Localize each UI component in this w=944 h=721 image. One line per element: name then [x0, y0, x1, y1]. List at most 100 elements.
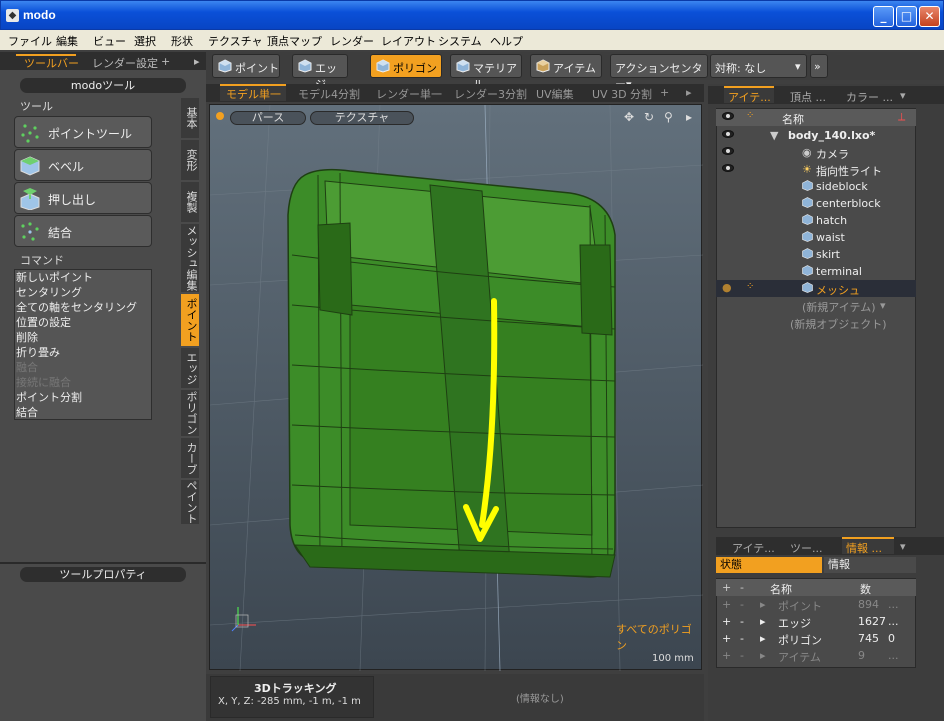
tab-tools[interactable]: ツー... [790, 540, 823, 556]
info-tab-menu[interactable]: ▾ [900, 540, 906, 553]
modo-tools-header[interactable]: modoツール [20, 78, 186, 93]
point-tool-button[interactable]: ポイントツール [14, 116, 152, 148]
state-tab[interactable]: 状態 [716, 557, 822, 573]
name-column-header[interactable]: 名称 [782, 111, 804, 127]
side-tab-point[interactable]: ポイント [181, 294, 199, 346]
tab-vertex[interactable]: 頂点 ... [790, 89, 826, 105]
menu-file[interactable]: ファイル [8, 33, 52, 49]
side-tab-polygon[interactable]: ポリゴン [181, 390, 199, 436]
minimize-button[interactable]: _ [873, 6, 894, 27]
add-tab-button[interactable]: + [161, 55, 170, 68]
tab-uv-edit[interactable]: UV編集 [536, 86, 574, 102]
side-tab-curve[interactable]: カーブ [181, 438, 199, 478]
hidden-dot-icon[interactable]: ● [722, 281, 732, 294]
tab-arrow-icon[interactable]: ▸ [194, 55, 200, 68]
tab-render-single[interactable]: レンダー単一 [376, 86, 442, 102]
edge-mode-button[interactable]: エッジ [292, 54, 348, 91]
menu-system[interactable]: システム [438, 33, 482, 49]
tree-item-sideblock[interactable]: sideblock [716, 178, 916, 195]
menu-edit[interactable]: 編集 [56, 33, 78, 49]
menu-texture[interactable]: テクスチャ [208, 33, 263, 49]
command-join[interactable]: 結合 [14, 405, 152, 420]
point-mode-button[interactable]: ポイント [212, 54, 280, 78]
render-icon[interactable]: ⟂ [898, 110, 905, 124]
info-row-points[interactable]: + - ▸ ポイント 894 ... [716, 596, 916, 613]
command-collapse[interactable]: 折り畳み [14, 345, 152, 360]
info-row-edges[interactable]: + - ▸ エッジ 1627 ... [716, 613, 916, 630]
side-tab-mesh-edit[interactable]: メッシュ編集 [181, 224, 199, 292]
info-subtab[interactable]: 情報 [824, 557, 916, 573]
tab-items[interactable]: アイテ... [728, 89, 771, 105]
command-new-point[interactable]: 新しいポイント [14, 270, 152, 285]
side-tab-basic[interactable]: 基本 [181, 98, 199, 138]
tab-toolbar[interactable]: ツールバー [24, 55, 79, 71]
viewport-options-icon[interactable]: ▸ [686, 110, 692, 124]
tab-color[interactable]: カラー ... [846, 89, 893, 105]
tab-render-settings[interactable]: レンダー設定 [92, 55, 158, 71]
tree-item-waist[interactable]: waist [716, 229, 916, 246]
maximize-button[interactable]: □ [896, 6, 917, 27]
info-row-items[interactable]: + - ▸ アイテム 9 ... [716, 647, 916, 664]
eye-icon[interactable] [722, 112, 734, 120]
viewport-menu-dot[interactable] [216, 112, 224, 120]
count-header[interactable]: 数 [860, 581, 871, 597]
command-center[interactable]: センタリング [14, 285, 152, 300]
menu-view[interactable]: ビュー [93, 33, 126, 49]
more-button[interactable]: » [810, 54, 828, 78]
expand-icon[interactable]: ▼ [770, 129, 778, 142]
tab-render-triple[interactable]: レンダー3分割 [454, 86, 527, 102]
new-item-dropdown[interactable]: (新規アイテム) ▾ [716, 297, 916, 314]
pan-icon[interactable]: ✥ [624, 110, 634, 124]
menu-layout[interactable]: レイアウト [381, 33, 436, 49]
tab-model-quad[interactable]: モデル4分割 [298, 86, 360, 102]
tree-item-terminal[interactable]: terminal [716, 263, 916, 280]
viewport-arrow-icon[interactable]: ▸ [686, 86, 692, 99]
shading-mode-button[interactable]: テクスチャ [310, 111, 414, 125]
info-row-polygons[interactable]: + - ▸ ポリゴン 745 0 [716, 630, 916, 647]
3d-viewport[interactable]: パース テクスチャ ✥ ↻ ⚲ ▸ すべてのポリゴン 100 mm [209, 104, 703, 671]
lock-icon[interactable]: ⁘ [746, 110, 754, 121]
tab-uv-3d-split[interactable]: UV 3D 分割 [592, 86, 652, 102]
command-set-position[interactable]: 位置の設定 [14, 315, 152, 330]
side-tab-duplicate[interactable]: 複製 [181, 182, 199, 222]
tree-item-hatch[interactable]: hatch [716, 212, 916, 229]
item-mode-button[interactable]: アイテム [530, 54, 602, 78]
tree-item-mesh[interactable]: ● ⁘ メッシュ [716, 280, 916, 297]
visibility-eye-icon[interactable] [722, 164, 734, 172]
command-split-point[interactable]: ポイント分割 [14, 390, 152, 405]
polygon-mode-button[interactable]: ポリゴン [370, 54, 442, 78]
add-viewport-tab[interactable]: + [660, 86, 669, 99]
side-tab-deform[interactable]: 変形 [181, 140, 199, 180]
tool-properties-header[interactable]: ツールプロパティ [20, 567, 186, 582]
name-header[interactable]: 名称 [770, 581, 792, 597]
lock-icon[interactable]: ⁘ [746, 281, 754, 292]
tree-scene[interactable]: ▼ body_140.lxo* [716, 127, 916, 144]
symmetry-dropdown[interactable]: 対称: なし ▾ [710, 54, 807, 78]
material-mode-button[interactable]: マテリアル [450, 54, 522, 91]
action-center-dropdown[interactable]: アクションセンター▾ [610, 54, 708, 91]
zoom-icon[interactable]: ⚲ [664, 110, 673, 124]
menu-select[interactable]: 選択 [134, 33, 156, 49]
side-tab-paint[interactable]: ペイント [181, 480, 199, 524]
right-tab-menu[interactable]: ▾ [900, 89, 906, 102]
command-center-all-axes[interactable]: 全ての軸をセンタリング [14, 300, 152, 315]
bevel-button[interactable]: ベベル [14, 149, 152, 181]
menu-geometry[interactable]: 形状 [171, 33, 193, 49]
command-delete[interactable]: 削除 [14, 330, 152, 345]
menu-vertex-map[interactable]: 頂点マップ [267, 33, 322, 49]
rotate-icon[interactable]: ↻ [644, 110, 654, 124]
menu-render[interactable]: レンダー [330, 33, 374, 49]
tree-item-centerblock[interactable]: centerblock [716, 195, 916, 212]
join-button[interactable]: 結合 [14, 215, 152, 247]
visibility-eye-icon[interactable] [722, 130, 734, 138]
tab-info[interactable]: 情報 ... [846, 540, 882, 556]
tree-item-light[interactable]: ☀ 指向性ライト [716, 161, 916, 178]
tab-items-lower[interactable]: アイテ... [732, 540, 775, 556]
tab-model-single[interactable]: モデル単一 [226, 86, 281, 102]
view-mode-button[interactable]: パース [230, 111, 306, 125]
tree-item-skirt[interactable]: skirt [716, 246, 916, 263]
menu-help[interactable]: ヘルプ [490, 33, 523, 49]
new-object-dropdown[interactable]: (新規オブジェクト) [716, 314, 916, 331]
extrude-button[interactable]: 押し出し [14, 182, 152, 214]
close-button[interactable]: ✕ [919, 6, 940, 27]
